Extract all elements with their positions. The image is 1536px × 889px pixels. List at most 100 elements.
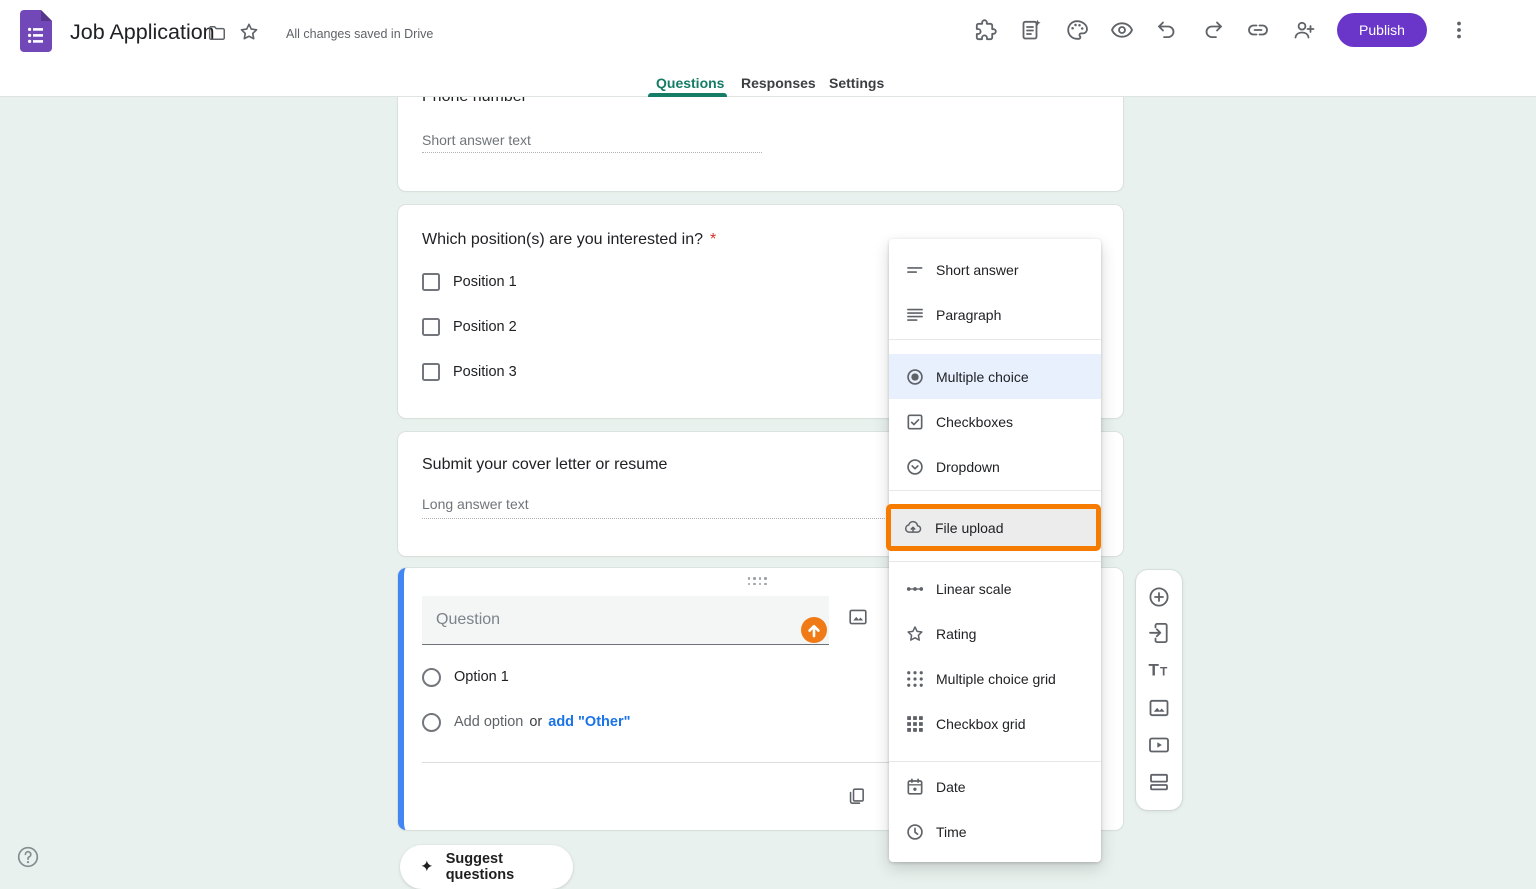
time-icon (905, 822, 925, 842)
add-image-icon[interactable] (1147, 696, 1171, 720)
menu-item-label: Date (936, 779, 966, 795)
menu-item-label: Multiple choice grid (936, 671, 1056, 687)
menu-item-multiple-choice[interactable]: Multiple choice (889, 354, 1101, 399)
menu-item-paragraph[interactable]: Paragraph (889, 292, 1101, 337)
option-label[interactable]: Option 1 (454, 669, 509, 685)
annotation-cursor-up-icon (800, 616, 828, 644)
form-title[interactable]: Job Application (70, 20, 215, 45)
undo-icon[interactable] (1155, 18, 1179, 42)
google-forms-logo-icon[interactable] (20, 10, 52, 52)
suggest-questions-label: Suggest questions (446, 851, 573, 883)
option-label: Position 3 (453, 364, 517, 380)
menu-divider (889, 490, 1101, 491)
short-answer-icon (905, 260, 925, 280)
file-upload-icon (903, 518, 923, 538)
checkbox-option-row[interactable]: Position 3 (398, 361, 517, 383)
help-circle-icon[interactable] (16, 845, 40, 869)
add-option-label[interactable]: Add option (454, 714, 523, 730)
summarize-doc-sparkle-icon[interactable] (1019, 18, 1043, 42)
checkbox-option-row[interactable]: Position 2 (398, 316, 517, 338)
menu-item-checkbox-grid[interactable]: Checkbox grid (889, 701, 1101, 746)
copy-link-icon[interactable] (1246, 18, 1270, 42)
radio-icon (422, 713, 441, 732)
add-ons-puzzle-icon[interactable] (974, 18, 998, 42)
multiple-choice-grid-icon (905, 669, 925, 689)
sparkle-icon (419, 859, 435, 875)
question-type-menu: Short answer Paragraph Multiple choice C… (889, 239, 1101, 862)
import-questions-icon[interactable] (1147, 621, 1171, 645)
add-question-icon[interactable] (1147, 585, 1171, 609)
menu-item-dropdown[interactable]: Dropdown (889, 444, 1101, 489)
add-video-icon[interactable] (1147, 733, 1171, 757)
short-answer-hint: Short answer text (422, 132, 531, 148)
rating-icon (905, 624, 925, 644)
or-text: or (529, 714, 542, 730)
tab-settings[interactable]: Settings (829, 75, 884, 91)
menu-divider (889, 339, 1101, 340)
option-label: Position 1 (453, 274, 517, 290)
tab-responses[interactable]: Responses (741, 75, 816, 91)
tab-questions[interactable]: Questions (656, 75, 724, 91)
menu-item-label: Checkboxes (936, 414, 1013, 430)
add-image-icon[interactable] (847, 606, 869, 628)
svg-text:T: T (1160, 665, 1168, 679)
drag-handle-icon[interactable] (746, 577, 768, 585)
menu-item-label: Checkbox grid (936, 716, 1026, 732)
add-title-text-icon[interactable]: T T (1147, 658, 1171, 682)
svg-text:T: T (1149, 661, 1160, 680)
menu-item-rating[interactable]: Rating (889, 611, 1101, 656)
checkbox-icon[interactable] (422, 363, 440, 381)
question-title: Submit your cover letter or resume (422, 456, 667, 474)
multiple-choice-icon (905, 367, 925, 387)
duplicate-icon[interactable] (846, 786, 867, 807)
checkboxes-icon (905, 412, 925, 432)
menu-item-label: File upload (935, 520, 1004, 536)
move-folder-icon[interactable] (207, 23, 227, 43)
dropdown-icon (905, 457, 925, 477)
side-toolbar: T T (1136, 570, 1182, 810)
menu-item-time[interactable]: Time (889, 809, 1101, 854)
menu-divider (889, 561, 1101, 562)
redo-icon[interactable] (1201, 18, 1225, 42)
active-tab-underline (648, 93, 727, 97)
menu-item-multiple-choice-grid[interactable]: Multiple choice grid (889, 656, 1101, 701)
publish-button[interactable]: Publish (1337, 13, 1427, 47)
question-title-text: Which position(s) are you interested in? (422, 231, 703, 248)
date-icon (905, 777, 925, 797)
preview-eye-icon[interactable] (1110, 18, 1134, 42)
radio-icon[interactable] (422, 668, 441, 687)
menu-item-label: Short answer (936, 262, 1018, 278)
menu-item-label: Paragraph (936, 307, 1001, 323)
top-app-bar: Job Application All changes saved in Dri… (0, 0, 1536, 64)
question-title-input[interactable]: Question (422, 596, 829, 645)
suggest-questions-button[interactable]: Suggest questions (400, 845, 573, 889)
menu-divider (889, 761, 1101, 762)
menu-item-short-answer[interactable]: Short answer (889, 247, 1101, 292)
long-answer-hint: Long answer text (422, 496, 529, 512)
save-status[interactable]: All changes saved in Drive (286, 27, 433, 41)
menu-item-linear-scale[interactable]: Linear scale (889, 566, 1101, 611)
add-other-link[interactable]: add "Other" (548, 714, 630, 730)
menu-item-date[interactable]: Date (889, 764, 1101, 809)
checkbox-option-row[interactable]: Position 1 (398, 271, 517, 293)
menu-item-checkboxes[interactable]: Checkboxes (889, 399, 1101, 444)
add-collaborator-icon[interactable] (1292, 18, 1316, 42)
checkbox-icon[interactable] (422, 273, 440, 291)
menu-item-label: Multiple choice (936, 369, 1029, 385)
answer-underline (422, 152, 762, 153)
add-section-icon[interactable] (1147, 770, 1171, 794)
required-asterisk: * (710, 231, 716, 248)
more-options-kebab-icon[interactable] (1447, 18, 1471, 42)
menu-item-file-upload-highlighted[interactable]: File upload (886, 504, 1101, 551)
menu-item-label: Linear scale (936, 581, 1012, 597)
theme-palette-icon[interactable] (1065, 18, 1089, 42)
menu-item-label: Rating (936, 626, 976, 642)
add-option-row[interactable]: Add option or add "Other" (404, 711, 630, 733)
checkbox-grid-icon (905, 714, 925, 734)
option-label: Position 2 (453, 319, 517, 335)
menu-item-label: Dropdown (936, 459, 1000, 475)
star-icon[interactable] (238, 21, 260, 43)
radio-option-row[interactable]: Option 1 (404, 666, 509, 688)
checkbox-icon[interactable] (422, 318, 440, 336)
paragraph-icon (905, 305, 925, 325)
